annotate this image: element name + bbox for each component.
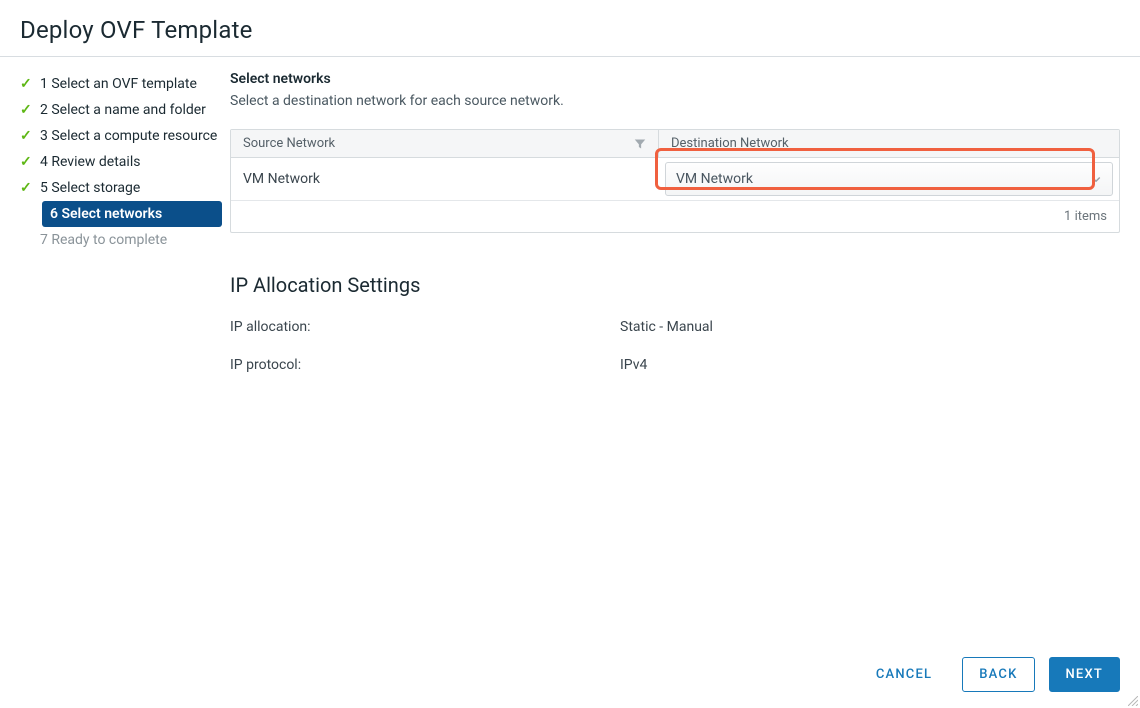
ip-allocation-heading: IP Allocation Settings: [230, 273, 1120, 297]
step-label: 6 Select networks: [50, 206, 162, 222]
step-label: 2 Select a name and folder: [40, 102, 206, 118]
step-label: 5 Select storage: [40, 180, 140, 196]
networks-table: Source Network Destination Network VM Ne…: [230, 129, 1120, 233]
wizard-header: Deploy OVF Template: [0, 0, 1140, 57]
ip-protocol-label: IP protocol:: [230, 357, 620, 373]
step-label: 1 Select an OVF template: [40, 76, 197, 92]
source-network-cell: VM Network: [231, 158, 659, 200]
step-select-networks[interactable]: 6 Select networks: [42, 201, 222, 227]
step-label: 4 Review details: [40, 154, 140, 170]
ip-protocol-row: IP protocol: IPv4: [230, 357, 1120, 373]
table-header-row: Source Network Destination Network: [231, 130, 1119, 158]
column-header-source[interactable]: Source Network: [231, 130, 659, 157]
table-items-count: 1 items: [1064, 209, 1107, 224]
checkmark-icon: ✓: [20, 154, 32, 170]
column-header-source-label: Source Network: [243, 136, 335, 151]
column-header-destination-label: Destination Network: [671, 136, 789, 151]
step-select-name[interactable]: ✓ 2 Select a name and folder: [0, 97, 230, 123]
cancel-button[interactable]: CANCEL: [860, 658, 948, 691]
source-network-value: VM Network: [243, 171, 320, 187]
wizard-body: ✓ 1 Select an OVF template ✓ 2 Select a …: [0, 57, 1140, 708]
step-review-details[interactable]: ✓ 4 Review details: [0, 149, 230, 175]
destination-network-dropdown[interactable]: VM Network: [665, 162, 1113, 196]
destination-network-value: VM Network: [676, 171, 753, 187]
checkmark-icon: ✓: [20, 128, 32, 144]
step-ready-complete: ✓ 7 Ready to complete: [0, 227, 230, 253]
filter-icon[interactable]: [634, 138, 646, 150]
table-footer: 1 items: [231, 201, 1119, 232]
resize-grip-icon[interactable]: [1128, 696, 1138, 706]
back-button[interactable]: BACK: [962, 657, 1034, 692]
wizard-steps: ✓ 1 Select an OVF template ✓ 2 Select a …: [0, 57, 230, 708]
chevron-down-icon: [1090, 173, 1102, 185]
checkmark-icon: ✓: [20, 180, 32, 196]
ip-protocol-value: IPv4: [620, 357, 647, 373]
destination-network-cell: VM Network: [659, 158, 1119, 200]
column-header-destination[interactable]: Destination Network: [659, 130, 1119, 157]
wizard-footer: CANCEL BACK NEXT: [860, 657, 1120, 692]
step-select-ovf[interactable]: ✓ 1 Select an OVF template: [0, 71, 230, 97]
wizard-content: Select networks Select a destination net…: [230, 57, 1140, 708]
wizard-title: Deploy OVF Template: [20, 16, 1120, 44]
section-heading: Select networks: [230, 71, 1120, 87]
checkmark-icon: ✓: [20, 76, 32, 92]
ip-allocation-row: IP allocation: Static - Manual: [230, 319, 1120, 335]
checkmark-icon: ✓: [20, 102, 32, 118]
section-subheading: Select a destination network for each so…: [230, 93, 1120, 109]
wizard-dialog: Deploy OVF Template ✓ 1 Select an OVF te…: [0, 0, 1140, 708]
table-row: VM Network VM Network: [231, 158, 1119, 201]
step-label: 3 Select a compute resource: [40, 128, 217, 144]
step-select-storage[interactable]: ✓ 5 Select storage: [0, 175, 230, 201]
ip-allocation-label: IP allocation:: [230, 319, 620, 335]
next-button[interactable]: NEXT: [1049, 657, 1121, 692]
ip-allocation-value: Static - Manual: [620, 319, 713, 335]
step-select-compute[interactable]: ✓ 3 Select a compute resource: [0, 123, 230, 149]
step-label: 7 Ready to complete: [40, 232, 167, 248]
